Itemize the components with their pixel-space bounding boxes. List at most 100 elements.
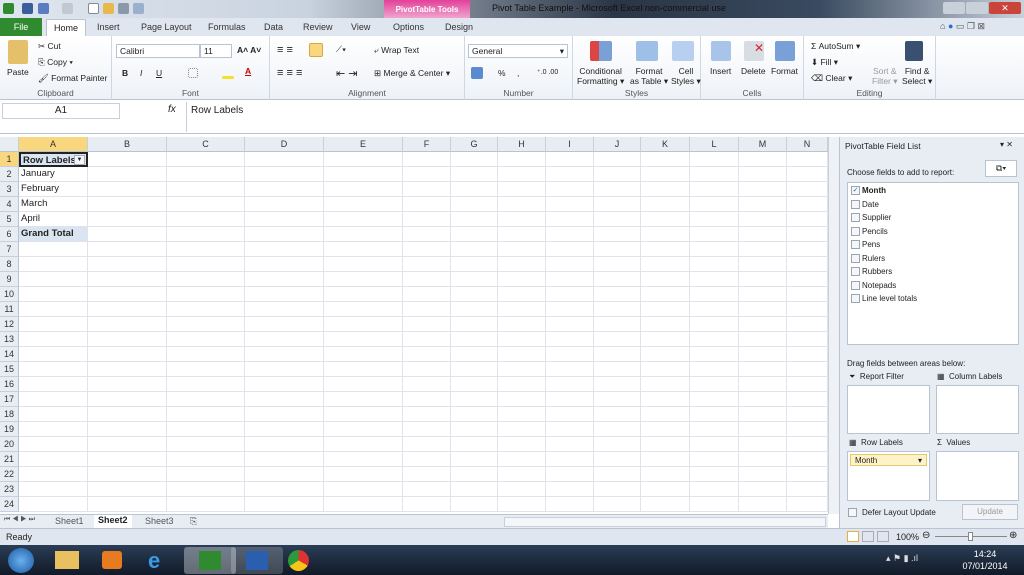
cell-J3[interactable] [594,182,641,197]
row-header-14[interactable]: 14 [0,347,19,362]
bottom-align-button[interactable] [309,43,323,57]
cell-C18[interactable] [167,407,245,422]
row-header-4[interactable]: 4 [0,197,19,212]
vertical-scrollbar[interactable] [828,137,839,514]
cell-G3[interactable] [451,182,498,197]
cell-L17[interactable] [690,392,739,407]
cell-A6[interactable]: Grand Total [19,227,88,242]
field-checkbox[interactable] [851,213,860,223]
cell-L4[interactable] [690,197,739,212]
cell-J7[interactable] [594,242,641,257]
cell-K6[interactable] [641,227,690,242]
cell-L6[interactable] [690,227,739,242]
cell-K14[interactable] [641,347,690,362]
cell-F20[interactable] [403,437,451,452]
cell-D24[interactable] [245,497,324,512]
cell-C17[interactable] [167,392,245,407]
cell-N15[interactable] [787,362,828,377]
cell-K1[interactable] [641,152,690,167]
cell-N2[interactable] [787,167,828,182]
cell-B3[interactable] [88,182,167,197]
cell-H22[interactable] [498,467,546,482]
cell-M7[interactable] [739,242,787,257]
tab-design[interactable]: Design [445,22,473,32]
cell-J4[interactable] [594,197,641,212]
cell-A19[interactable] [19,422,88,437]
cell-F22[interactable] [403,467,451,482]
cell-K16[interactable] [641,377,690,392]
sheet-tab-1[interactable]: Sheet1 [55,516,84,526]
cell-J10[interactable] [594,287,641,302]
cell-B24[interactable] [88,497,167,512]
cell-B4[interactable] [88,197,167,212]
cell-N5[interactable] [787,212,828,227]
cell-D11[interactable] [245,302,324,317]
cell-M3[interactable] [739,182,787,197]
cell-L23[interactable] [690,482,739,497]
cell-F5[interactable] [403,212,451,227]
cell-M17[interactable] [739,392,787,407]
vertical-align-icons[interactable]: ≡ ≡ [277,44,293,56]
autosum-button[interactable]: Σ AutoSum ▾ [811,41,860,52]
tray-icons[interactable]: ▴ ⚑ ▮ .ıl [886,553,918,564]
cell-E24[interactable] [324,497,403,512]
merge-center-button[interactable]: ⊞ Merge & Center ▾ [374,68,450,79]
cell-K5[interactable] [641,212,690,227]
number-format-select[interactable]: General ▾ [468,44,568,58]
cell-K11[interactable] [641,302,690,317]
field-checkbox[interactable] [851,280,860,290]
cell-I20[interactable] [546,437,594,452]
cell-H4[interactable] [498,197,546,212]
cell-A7[interactable] [19,242,88,257]
cell-I21[interactable] [546,452,594,467]
cell-A17[interactable] [19,392,88,407]
cell-M23[interactable] [739,482,787,497]
format-cells-icon[interactable] [775,41,795,61]
cell-I23[interactable] [546,482,594,497]
cell-I2[interactable] [546,167,594,182]
cell-A22[interactable] [19,467,88,482]
row-header-5[interactable]: 5 [0,212,19,227]
cell-I18[interactable] [546,407,594,422]
cell-L22[interactable] [690,467,739,482]
cell-N24[interactable] [787,497,828,512]
row-header-18[interactable]: 18 [0,407,19,422]
cell-D1[interactable] [245,152,324,167]
cell-M15[interactable] [739,362,787,377]
row-header-20[interactable]: 20 [0,437,19,452]
cell-L9[interactable] [690,272,739,287]
cell-K10[interactable] [641,287,690,302]
cell-C6[interactable] [167,227,245,242]
cell-J17[interactable] [594,392,641,407]
cell-N4[interactable] [787,197,828,212]
cell-I14[interactable] [546,347,594,362]
cell-N6[interactable] [787,227,828,242]
cell-K19[interactable] [641,422,690,437]
cell-E19[interactable] [324,422,403,437]
cell-E17[interactable] [324,392,403,407]
cell-G11[interactable] [451,302,498,317]
cell-L5[interactable] [690,212,739,227]
media-player-icon[interactable] [102,551,122,569]
cell-L12[interactable] [690,317,739,332]
ribbon-window-controls[interactable]: ⌂ ● ▭ ❐ ⊠ [940,21,985,32]
cell-D17[interactable] [245,392,324,407]
indent-icons[interactable]: ⇤ ⇥ [336,67,358,80]
cell-C9[interactable] [167,272,245,287]
cell-D23[interactable] [245,482,324,497]
cell-C4[interactable] [167,197,245,212]
cell-I19[interactable] [546,422,594,437]
cell-H19[interactable] [498,422,546,437]
cell-E22[interactable] [324,467,403,482]
cell-G22[interactable] [451,467,498,482]
cell-A20[interactable] [19,437,88,452]
cell-N11[interactable] [787,302,828,317]
column-header-B[interactable]: B [88,137,167,152]
cell-F15[interactable] [403,362,451,377]
cell-G14[interactable] [451,347,498,362]
cell-F16[interactable] [403,377,451,392]
row-header-13[interactable]: 13 [0,332,19,347]
page-layout-view-button[interactable] [862,531,874,542]
zoom-in-button[interactable]: ⊕ [1009,530,1017,541]
field-checkbox[interactable] [851,294,860,304]
